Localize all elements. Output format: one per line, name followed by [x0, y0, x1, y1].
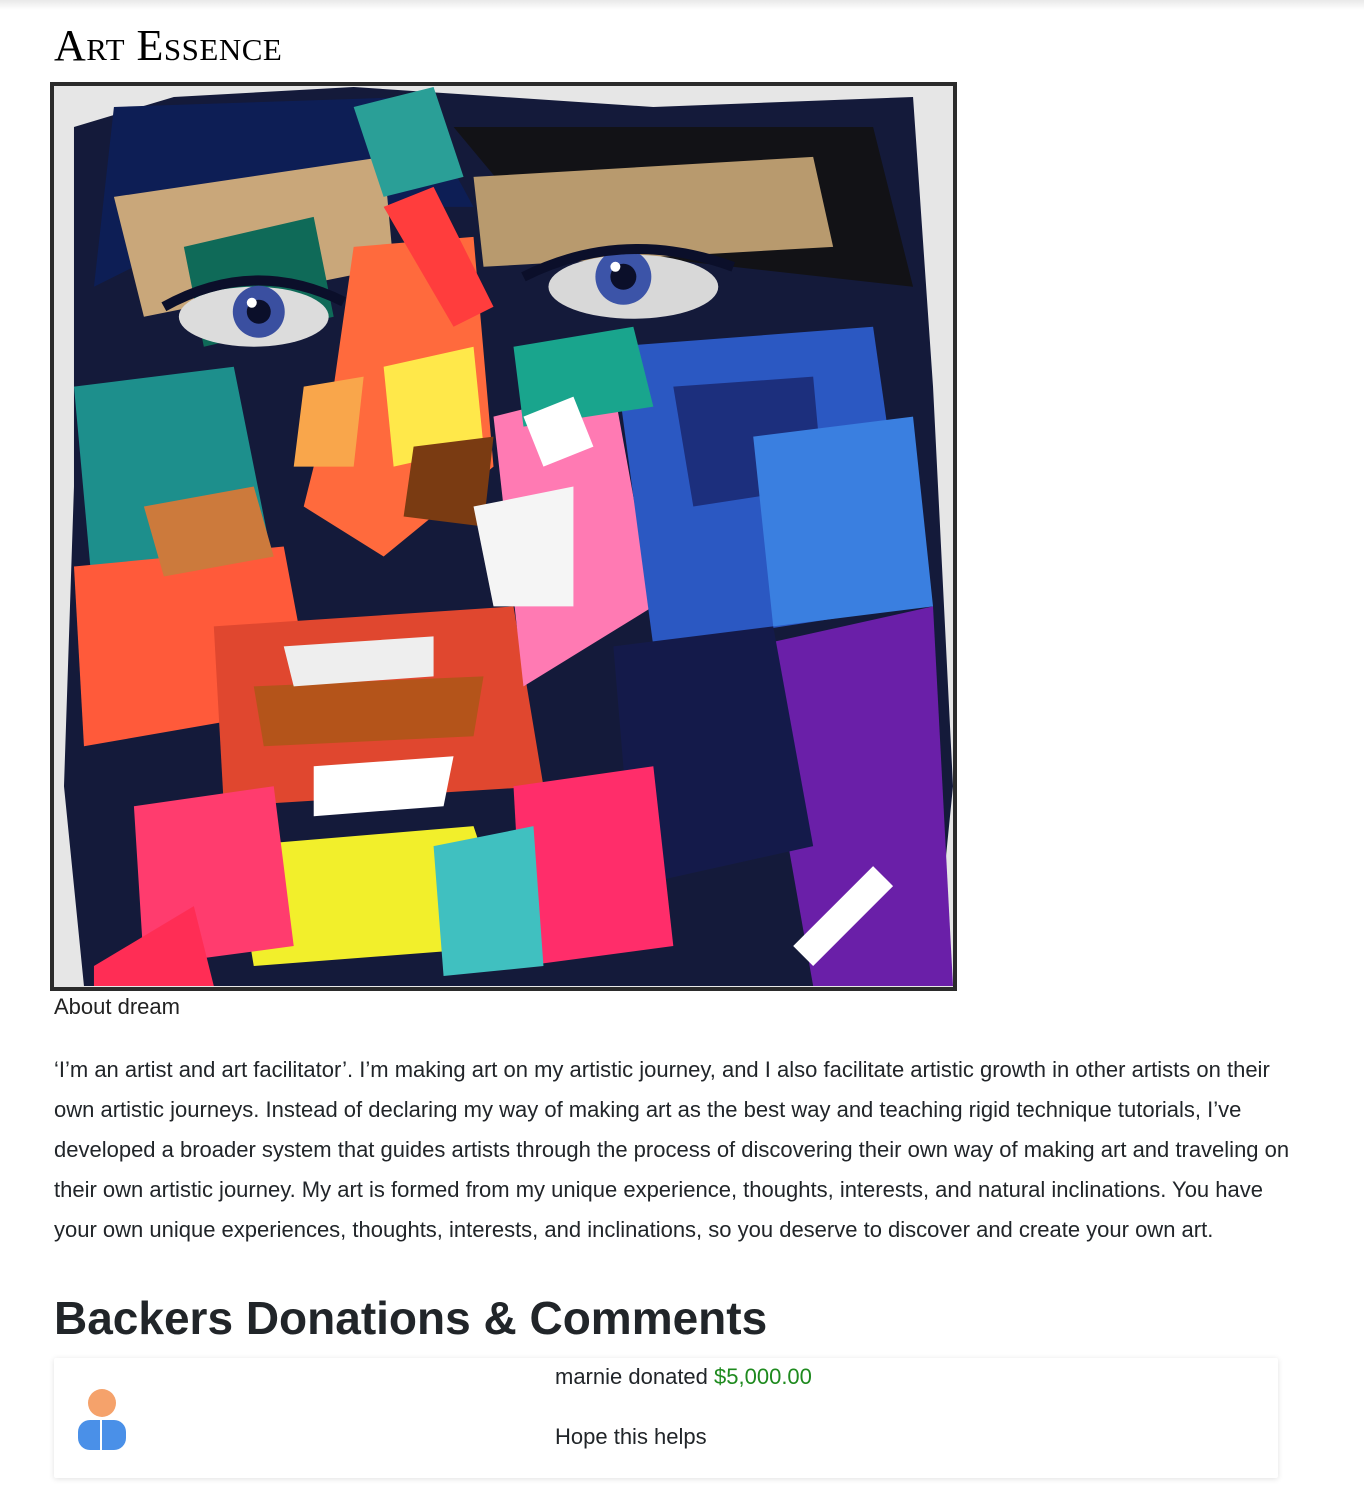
about-text: ‘I’m an artist and art facilitator’. I’m… [54, 1057, 1290, 1242]
backers-section-title: Backers Donations & Comments [54, 1292, 768, 1344]
site-brand[interactable]: Art Essence [54, 22, 282, 70]
artwork-painting [54, 87, 953, 986]
comment-action: donated [628, 1364, 708, 1389]
comment-user: marnie [555, 1364, 623, 1389]
comment-message: Hope this helps [555, 1424, 707, 1449]
user-avatar-icon [78, 1389, 126, 1450]
donation-amount: $5,000.00 [714, 1364, 812, 1389]
comment-card: marnie donated $5,000.00 Hope this helps [54, 1358, 1278, 1478]
top-shadow-bar [0, 0, 1364, 10]
artwork-image [50, 82, 957, 991]
artwork-caption: About dream [54, 994, 180, 1019]
comment-header: marnie donated $5,000.00 [555, 1362, 812, 1392]
